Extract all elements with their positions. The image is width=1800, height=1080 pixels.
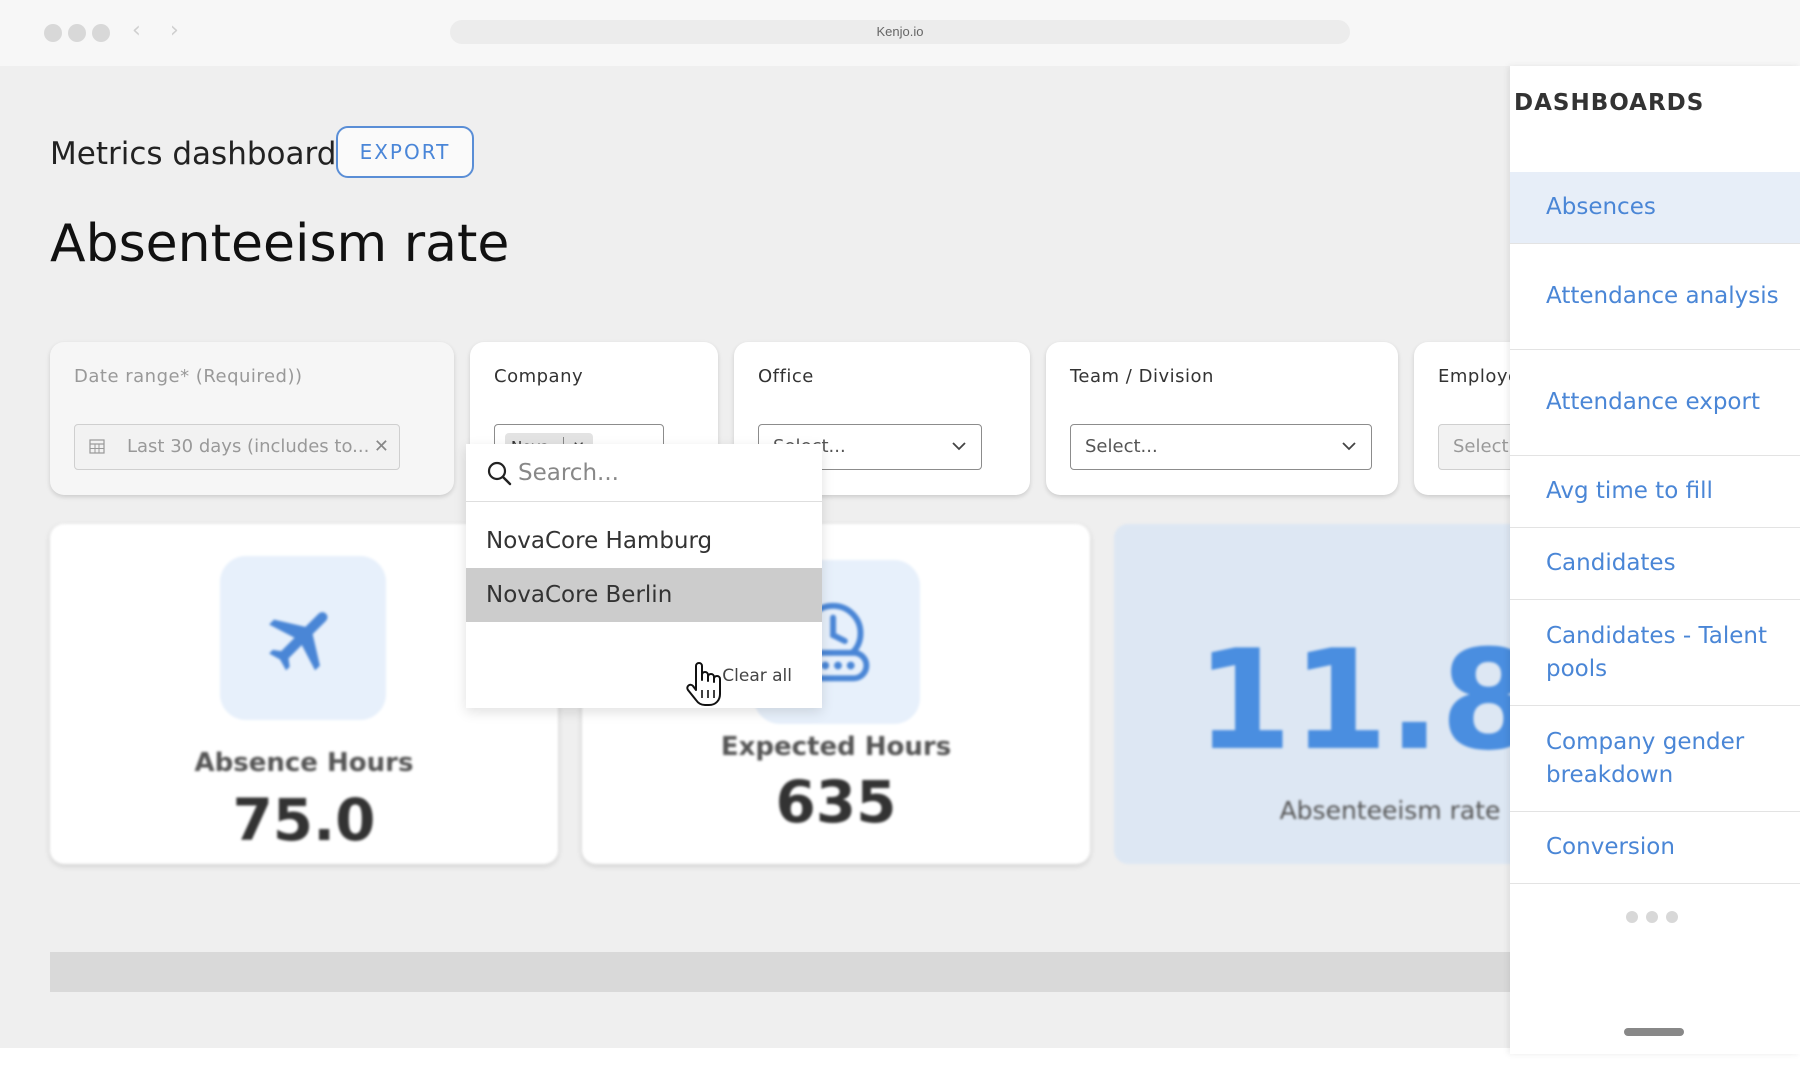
sidebar-item-candidates[interactable]: Candidates [1510, 528, 1800, 600]
back-arrow-icon[interactable]: ‹ [132, 18, 141, 43]
forward-arrow-icon[interactable]: › [170, 18, 179, 43]
sidebar-item-attendance-analysis[interactable]: Attendance analysis [1510, 244, 1800, 350]
absence-icon-tile [220, 556, 386, 720]
calendar-icon [89, 439, 105, 454]
dropdown-search-input[interactable] [518, 454, 808, 492]
absence-hours-value: 75.0 [232, 786, 376, 854]
sidebar-item-absences[interactable]: Absences [1510, 172, 1800, 244]
sidebar-title: DASHBOARDS [1514, 90, 1705, 116]
dropdown-search [466, 444, 822, 502]
date-range-select[interactable]: Last 30 days (includes to... ✕ [74, 424, 400, 470]
chevron-down-icon[interactable] [1341, 440, 1357, 452]
company-dropdown: NovaCore Hamburg NovaCore Berlin Clear a… [466, 444, 822, 708]
metric-card-rate: 11.8% Absenteeism rate [1114, 524, 1675, 864]
expected-hours-value: 635 [775, 768, 897, 836]
window-close-dot[interactable] [44, 24, 62, 42]
chevron-down-icon[interactable] [951, 440, 967, 452]
section-bar [50, 952, 1510, 992]
sidebar-item-company-gender-breakdown[interactable]: Company gender breakdown [1510, 706, 1800, 812]
header-title: Metrics dashboard [50, 136, 337, 172]
more-dots-icon[interactable] [1626, 908, 1686, 927]
dropdown-option-hamburg[interactable]: NovaCore Hamburg [466, 514, 822, 568]
filter-label: Company [494, 366, 584, 387]
filter-date-range: Date range* (Required)) Last 30 days (in… [50, 342, 454, 495]
expected-hours-label: Expected Hours [720, 732, 952, 762]
team-placeholder: Select... [1085, 436, 1158, 457]
search-icon [487, 461, 512, 486]
url-bar[interactable]: Kenjo.io [450, 20, 1350, 44]
hand-cursor-icon [686, 662, 721, 706]
sidebar-item-attendance-export[interactable]: Attendance export [1510, 350, 1800, 456]
page-title: Absenteeism rate [50, 214, 510, 274]
clear-date-icon[interactable]: ✕ [374, 425, 389, 468]
filter-label: Date range* (Required)) [74, 366, 303, 387]
team-select[interactable]: Select... [1070, 424, 1372, 470]
window-maximize-dot[interactable] [92, 24, 110, 42]
export-button[interactable]: EXPORT [336, 126, 474, 178]
dropdown-option-berlin[interactable]: NovaCore Berlin [466, 568, 822, 622]
window-minimize-dot[interactable] [68, 24, 86, 42]
absence-hours-label: Absence Hours [194, 748, 414, 778]
filter-team-division: Team / Division Select... [1046, 342, 1398, 495]
dashboards-sidebar: DASHBOARDS Absences Attendance analysis … [1510, 66, 1800, 1054]
filter-label: Office [758, 366, 814, 387]
airplane-icon [269, 612, 328, 671]
clear-all-link[interactable]: Clear all [722, 666, 792, 686]
sidebar-item-conversion[interactable]: Conversion [1510, 812, 1800, 884]
filter-label: Employe [1438, 366, 1520, 387]
sidebar-item-candidates-talent-pools[interactable]: Candidates - Talent pools [1510, 600, 1800, 706]
sidebar-item-avg-time-to-fill[interactable]: Avg time to fill [1510, 456, 1800, 528]
browser-chrome: ‹ › Kenjo.io [0, 0, 1800, 66]
drag-handle[interactable] [1624, 1028, 1684, 1036]
date-range-value: Last 30 days (includes to... [127, 436, 370, 457]
filter-label: Team / Division [1070, 366, 1214, 387]
